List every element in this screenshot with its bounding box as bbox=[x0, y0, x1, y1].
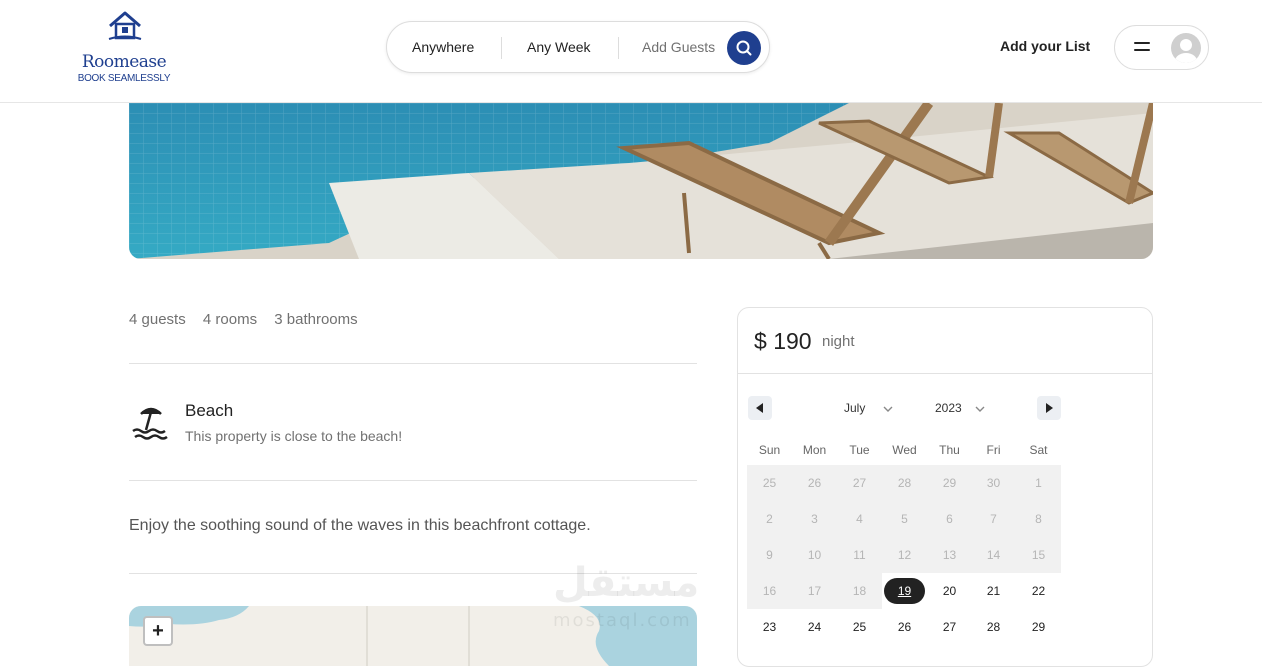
logo[interactable]: Roomease BOOK SEAMLESSLY bbox=[74, 10, 174, 88]
calendar-day[interactable]: 24 bbox=[792, 609, 837, 645]
calendar-next-button[interactable] bbox=[1037, 396, 1061, 420]
site-header: Roomease BOOK SEAMLESSLY Anywhere Any We… bbox=[0, 0, 1262, 103]
calendar-day-selected[interactable]: 19 bbox=[882, 573, 927, 609]
brand-name: Roomease bbox=[81, 52, 167, 72]
calendar-day: 26 bbox=[792, 465, 837, 501]
calendar-day[interactable]: 22 bbox=[1016, 573, 1061, 609]
search-icon bbox=[736, 40, 752, 56]
nightly-price: $ 190 bbox=[754, 328, 812, 355]
feature-title: Beach bbox=[185, 401, 234, 420]
divider bbox=[738, 373, 1152, 374]
calendar-day: 15 bbox=[1016, 537, 1061, 573]
price-unit: night bbox=[822, 333, 855, 350]
search-bar[interactable]: Anywhere Any Week Add Guests bbox=[386, 21, 770, 73]
calendar-day[interactable]: 27 bbox=[927, 609, 972, 645]
calendar-day: 4 bbox=[837, 501, 882, 537]
chevron-down-icon bbox=[975, 401, 985, 415]
calendar-day[interactable]: 20 bbox=[927, 573, 972, 609]
feature-description: This property is close to the beach! bbox=[185, 428, 403, 444]
calendar-month: July bbox=[844, 401, 866, 415]
search-divider bbox=[501, 37, 502, 59]
calendar-day: 29 bbox=[927, 465, 972, 501]
listing-hero-image bbox=[129, 103, 1153, 259]
house-logo-icon bbox=[108, 11, 142, 40]
weekday-label: Tue bbox=[849, 443, 870, 457]
calendar-prev-button[interactable] bbox=[748, 396, 772, 420]
calendar-day: 5 bbox=[882, 501, 927, 537]
weekday-label: Sat bbox=[1029, 443, 1048, 457]
weekday-label: Fri bbox=[986, 443, 1001, 457]
calendar-day: 28 bbox=[882, 465, 927, 501]
weekday-label: Mon bbox=[802, 443, 827, 457]
user-menu-button[interactable] bbox=[1114, 25, 1209, 70]
calendar-day: 30 bbox=[971, 465, 1016, 501]
weekday-label: Wed bbox=[892, 443, 917, 457]
calendar-day: 1 bbox=[1016, 465, 1061, 501]
beach-umbrella-icon bbox=[132, 407, 168, 440]
calendar-day: 27 bbox=[837, 465, 882, 501]
search-button[interactable] bbox=[727, 31, 761, 65]
currency-symbol: $ bbox=[754, 328, 767, 354]
weekday-label: Thu bbox=[939, 443, 960, 457]
calendar-day: 12 bbox=[882, 537, 927, 573]
spec-bathrooms: 3 bathrooms bbox=[274, 311, 358, 328]
calendar-day: 25 bbox=[747, 465, 792, 501]
search-divider bbox=[618, 37, 619, 59]
calendar-day: 2 bbox=[747, 501, 792, 537]
calendar-day: 18 bbox=[837, 573, 882, 609]
calendar-year-select[interactable]: 2023 bbox=[935, 401, 985, 415]
add-your-list-link[interactable]: Add your List bbox=[1000, 38, 1090, 54]
calendar-year: 2023 bbox=[935, 401, 962, 415]
divider bbox=[129, 480, 697, 481]
calendar-day: 3 bbox=[792, 501, 837, 537]
selected-day-label: 19 bbox=[884, 578, 925, 604]
watermark-sub: mostaql.com bbox=[553, 610, 692, 631]
brand-tagline: BOOK SEAMLESSLY bbox=[77, 73, 171, 84]
caret-right-icon bbox=[1046, 403, 1053, 413]
calendar-day: 10 bbox=[792, 537, 837, 573]
spec-guests: 4 guests bbox=[129, 311, 186, 328]
calendar-day: 17 bbox=[792, 573, 837, 609]
listing-description: Enjoy the soothing sound of the waves in… bbox=[129, 517, 591, 534]
calendar-day[interactable]: 25 bbox=[837, 609, 882, 645]
calendar-day: 6 bbox=[927, 501, 972, 537]
calendar-day[interactable]: 26 bbox=[882, 609, 927, 645]
calendar-month-select[interactable]: July bbox=[844, 401, 893, 415]
chevron-down-icon bbox=[883, 401, 893, 415]
weekday-label: Sun bbox=[758, 443, 781, 457]
spec-rooms: 4 rooms bbox=[202, 311, 258, 328]
map-zoom-in-button[interactable]: + bbox=[143, 616, 173, 646]
caret-left-icon bbox=[756, 403, 763, 413]
listing-specs: 4 guests 4 rooms 3 bathrooms bbox=[129, 311, 371, 328]
divider bbox=[129, 363, 697, 364]
calendar-day: 9 bbox=[747, 537, 792, 573]
search-location[interactable]: Anywhere bbox=[412, 39, 474, 55]
price-value: 190 bbox=[773, 328, 812, 354]
calendar-day[interactable]: 21 bbox=[971, 573, 1016, 609]
user-avatar-icon bbox=[1171, 33, 1201, 63]
hamburger-icon bbox=[1134, 42, 1150, 54]
booking-card: $ 190 night July 2023 Sun Mon Tue Wed Th… bbox=[737, 307, 1153, 667]
calendar-day: 11 bbox=[837, 537, 882, 573]
calendar-day: 14 bbox=[971, 537, 1016, 573]
calendar-day: 8 bbox=[1016, 501, 1061, 537]
calendar-day[interactable]: 28 bbox=[971, 609, 1016, 645]
calendar-day: 7 bbox=[971, 501, 1016, 537]
calendar-day: 13 bbox=[927, 537, 972, 573]
watermark: مستقل bbox=[553, 560, 700, 606]
search-week[interactable]: Any Week bbox=[527, 39, 591, 55]
calendar-day[interactable]: 29 bbox=[1016, 609, 1061, 645]
calendar-day[interactable]: 23 bbox=[747, 609, 792, 645]
calendar-day: 16 bbox=[747, 573, 792, 609]
search-guests[interactable]: Add Guests bbox=[642, 39, 715, 55]
